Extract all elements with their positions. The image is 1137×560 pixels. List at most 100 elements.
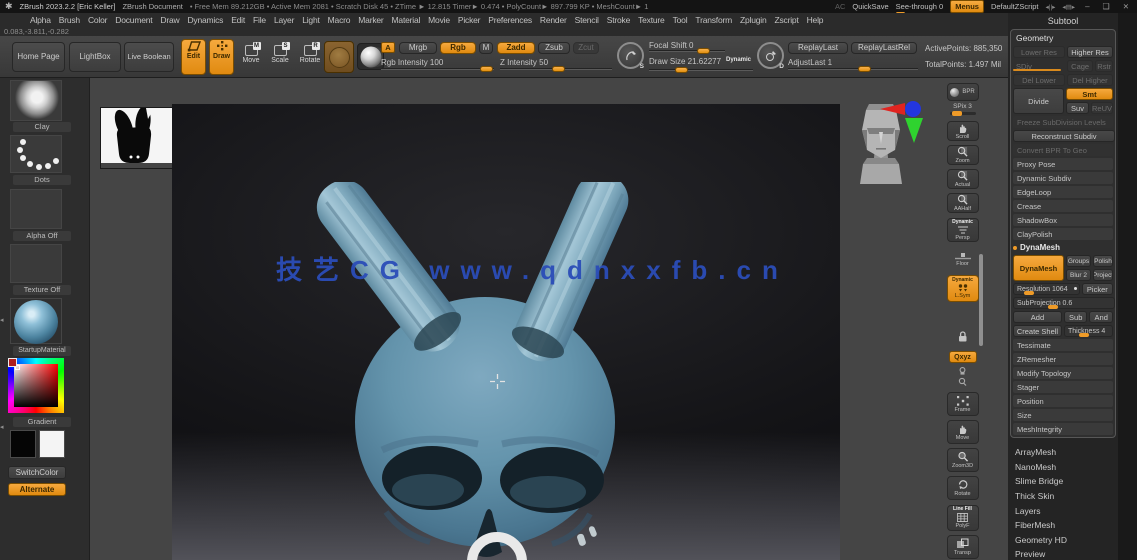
- menu-macro[interactable]: Macro: [328, 15, 351, 25]
- depth-selector[interactable]: D: [757, 42, 784, 70]
- subpalette-geometry-hd[interactable]: Geometry HD: [1008, 533, 1118, 548]
- and-toggle[interactable]: And: [1089, 311, 1113, 323]
- sdiv-slider[interactable]: SDiv: [1013, 60, 1065, 72]
- m-button[interactable]: M: [479, 42, 493, 54]
- menu-dynamics[interactable]: Dynamics: [187, 15, 223, 25]
- picker-button[interactable]: Picker: [1081, 283, 1113, 295]
- menu-preferences[interactable]: Preferences: [488, 15, 532, 25]
- constraint-toggles[interactable]: [947, 366, 979, 386]
- draw-mode-button[interactable]: Draw: [209, 39, 234, 75]
- section-proxy-pose[interactable]: Proxy Pose: [1013, 158, 1113, 170]
- rabbit-reference-image[interactable]: [100, 106, 174, 169]
- section-crease[interactable]: Crease: [1013, 200, 1113, 212]
- tray-divider-chevron-icon[interactable]: ◂: [0, 316, 4, 324]
- menu-render[interactable]: Render: [540, 15, 567, 25]
- move-mode-button[interactable]: M Move: [239, 42, 263, 71]
- sub-toggle[interactable]: Sub: [1063, 311, 1088, 323]
- menu-edit[interactable]: Edit: [231, 15, 245, 25]
- menu-stencil[interactable]: Stencil: [575, 15, 599, 25]
- section-position[interactable]: Position: [1013, 395, 1113, 407]
- subpalette-nanomesh[interactable]: NanoMesh: [1008, 460, 1118, 475]
- current-brush-thumbnail[interactable]: [10, 80, 62, 121]
- z-intensity-slider[interactable]: Z Intensity 50: [500, 58, 612, 72]
- spix-slider[interactable]: SPix 3: [947, 103, 979, 116]
- replay-last-rel-button[interactable]: ReplayLastRel: [851, 42, 917, 54]
- default-zscript-button[interactable]: DefaultZScript: [991, 2, 1039, 11]
- bpr-button[interactable]: BPR: [946, 83, 979, 101]
- subpalette-slime-bridge[interactable]: Slime Bridge: [1008, 474, 1118, 489]
- suv-toggle[interactable]: Suv: [1066, 102, 1089, 114]
- section-modify-topology[interactable]: Modify Topology: [1013, 367, 1113, 379]
- main-color-swatch[interactable]: [10, 430, 36, 458]
- menus-button[interactable]: Menus: [950, 0, 984, 13]
- stroke-selector[interactable]: S: [617, 42, 644, 70]
- subprojection-slider[interactable]: SubProjection 0.6: [1013, 297, 1115, 309]
- menu-alpha[interactable]: Alpha: [30, 15, 51, 25]
- quicksave-button[interactable]: QuickSave: [852, 2, 888, 11]
- section-claypolish[interactable]: ClayPolish: [1013, 228, 1113, 240]
- section-size[interactable]: Size: [1013, 409, 1113, 421]
- menu-color[interactable]: Color: [88, 15, 108, 25]
- saturation-square[interactable]: [14, 364, 58, 407]
- smt-toggle[interactable]: Smt: [1066, 88, 1113, 100]
- persp-button[interactable]: Dynamic Persp: [946, 218, 979, 242]
- adjust-last-slider[interactable]: AdjustLast 1: [788, 58, 918, 72]
- reconstruct-subdiv-button[interactable]: Reconstruct Subdiv: [1013, 130, 1115, 142]
- section-edgeloop[interactable]: EdgeLoop: [1013, 186, 1113, 198]
- scale-mode-button[interactable]: S Scale: [268, 42, 292, 71]
- zadd-button[interactable]: Zadd: [497, 42, 535, 54]
- subpalette-fibermesh[interactable]: FiberMesh: [1008, 518, 1118, 533]
- subpalette-thick-skin[interactable]: Thick Skin: [1008, 489, 1118, 504]
- see-through-slider[interactable]: See-through 0: [895, 2, 944, 15]
- menu-stroke[interactable]: Stroke: [607, 15, 631, 25]
- menu-brush[interactable]: Brush: [59, 15, 80, 25]
- subpalette-preview[interactable]: Preview: [1008, 547, 1118, 560]
- current-material-swatch[interactable]: [357, 43, 384, 70]
- sculpt-canvas[interactable]: 技艺CG www.qdnxxfb.cn: [172, 104, 840, 560]
- section-dynamic-subdiv[interactable]: Dynamic Subdiv: [1013, 172, 1113, 184]
- menu-light[interactable]: Light: [302, 15, 320, 25]
- rotate-canvas-button[interactable]: Rotate: [946, 476, 979, 500]
- zoom-button[interactable]: Zoom: [946, 145, 979, 165]
- menu-help[interactable]: Help: [807, 15, 824, 25]
- scroll-button[interactable]: Scroll: [946, 121, 979, 141]
- focal-shift-slider[interactable]: Focal Shift 0: [649, 41, 725, 54]
- menu-file[interactable]: File: [253, 15, 266, 25]
- section-tessimate[interactable]: Tessimate: [1013, 339, 1113, 351]
- lightbox-button[interactable]: LightBox: [69, 42, 121, 72]
- minimize-icon[interactable]: –: [1082, 2, 1092, 11]
- groups-toggle[interactable]: Groups: [1066, 255, 1091, 267]
- add-toggle[interactable]: Add: [1013, 311, 1062, 323]
- rgb-button[interactable]: Rgb: [440, 42, 476, 54]
- project-toggle[interactable]: Project: [1093, 269, 1113, 281]
- aahalf-button[interactable]: AAHalf: [946, 193, 979, 213]
- actual-button[interactable]: Actual: [946, 169, 979, 189]
- zoom3d-button[interactable]: Zoom3D: [946, 448, 979, 472]
- menu-zplugin[interactable]: Zplugin: [740, 15, 767, 25]
- live-boolean-button[interactable]: Live Boolean: [124, 42, 174, 72]
- local-symmetry-button[interactable]: Dynamic L.Sym: [946, 275, 979, 302]
- menu-picker[interactable]: Picker: [458, 15, 481, 25]
- restore-icon[interactable]: ❑: [1100, 2, 1113, 11]
- draw-size-slider[interactable]: Draw Size 21.62277 Dynamic: [649, 57, 753, 73]
- mrgb-button[interactable]: Mrgb: [399, 42, 437, 54]
- section-dynamesh[interactable]: DynaMesh: [1013, 242, 1113, 253]
- section-mesh-integrity[interactable]: MeshIntegrity: [1013, 423, 1113, 435]
- geometry-header[interactable]: Geometry: [1013, 32, 1113, 46]
- rotate-mode-button[interactable]: R Rotate: [297, 42, 323, 71]
- tray-divider-chevron-icon[interactable]: ◂: [0, 423, 4, 431]
- menu-marker[interactable]: Marker: [358, 15, 383, 25]
- zsub-button[interactable]: Zsub: [538, 42, 570, 54]
- switch-color-button[interactable]: SwitchColor: [8, 466, 66, 479]
- section-zremesher[interactable]: ZRemesher: [1013, 353, 1113, 365]
- blur-slider[interactable]: Blur 2: [1066, 269, 1091, 281]
- color-a-swatch[interactable]: A: [381, 42, 395, 53]
- tray-arrows-right-icon[interactable]: ◂▤▸: [1062, 3, 1075, 11]
- menu-movie[interactable]: Movie: [428, 15, 450, 25]
- menu-layer[interactable]: Layer: [274, 15, 294, 25]
- move-canvas-button[interactable]: Move: [946, 420, 979, 444]
- color-picker-gradient[interactable]: [8, 358, 64, 413]
- axis-gizmo-icon[interactable]: [878, 98, 932, 144]
- polish-toggle[interactable]: Polish: [1093, 255, 1113, 267]
- resolution-slider[interactable]: Resolution 1064: [1013, 283, 1080, 295]
